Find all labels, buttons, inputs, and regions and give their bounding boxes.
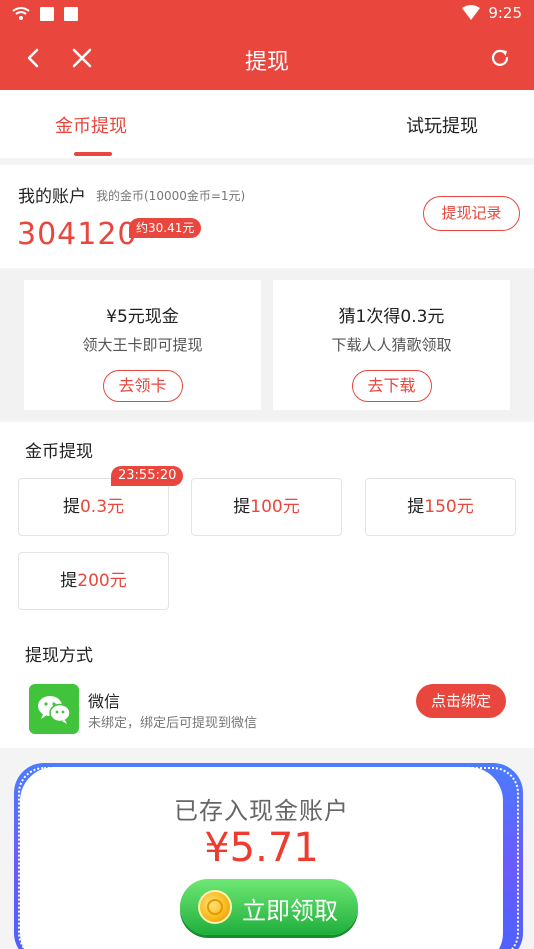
promo-card: 猜1次得0.3元 下载人人猜歌领取 去下载 bbox=[273, 280, 510, 410]
withdraw-amount: 150元 bbox=[424, 497, 474, 517]
claim-now-button[interactable]: 立即领取 bbox=[180, 879, 358, 935]
tab-coin-withdraw[interactable]: 金币提现 bbox=[55, 112, 127, 138]
coin-balance: 304120 bbox=[17, 217, 138, 252]
wechat-icon bbox=[29, 684, 79, 734]
tab-indicator bbox=[74, 152, 112, 156]
payment-description: 未绑定，绑定后可提现到微信 bbox=[88, 716, 258, 731]
account-card: 我的账户 我的金币(10000金币=1元) 304120 约30.41元 提现记… bbox=[0, 165, 534, 268]
withdraw-option-0-3[interactable]: 提0.3元 bbox=[18, 478, 169, 536]
promo-subtitle: 领大王卡即可提现 bbox=[82, 336, 203, 354]
wifi-icon bbox=[12, 7, 30, 20]
cash-estimate-badge: 约30.41元 bbox=[129, 218, 202, 238]
notification-icon bbox=[64, 7, 78, 21]
nav-bar: 提现 bbox=[0, 28, 534, 90]
withdraw-prefix: 提 bbox=[407, 497, 425, 517]
cash-card: 已存入现金账户 ¥5.71 立即领取 bbox=[20, 767, 503, 949]
withdraw-option-150[interactable]: 提150元 bbox=[365, 478, 516, 536]
promo-title: ¥5元现金 bbox=[106, 307, 179, 327]
status-time: 9:25 bbox=[488, 4, 522, 22]
claim-label: 立即领取 bbox=[242, 897, 338, 925]
download-button[interactable]: 去下载 bbox=[351, 370, 432, 402]
countdown-badge: 23:55:20 bbox=[111, 466, 184, 486]
withdraw-section: 金币提现 提0.3元 23:55:20 提100元 提150元 提200元 提现… bbox=[0, 422, 534, 748]
promo-subtitle: 下载人人猜歌领取 bbox=[331, 336, 452, 354]
bind-wechat-button[interactable]: 点击绑定 bbox=[416, 684, 506, 718]
tab-trial-withdraw[interactable]: 试玩提现 bbox=[406, 112, 478, 138]
coin-icon bbox=[198, 890, 232, 924]
withdraw-prefix: 提 bbox=[62, 497, 80, 517]
cash-title: 已存入现金账户 bbox=[174, 797, 349, 825]
account-title: 我的账户 bbox=[18, 187, 86, 207]
cash-amount: ¥5.71 bbox=[204, 825, 319, 871]
withdraw-record-button[interactable]: 提现记录 bbox=[423, 196, 520, 231]
signal-icon bbox=[462, 5, 481, 20]
page-title: 提现 bbox=[244, 50, 289, 75]
status-left bbox=[12, 6, 78, 22]
withdraw-option-200[interactable]: 提200元 bbox=[18, 552, 169, 610]
payment-method-title: 提现方式 bbox=[25, 646, 93, 666]
withdraw-amount: 200元 bbox=[77, 571, 127, 591]
withdraw-amount: 0.3元 bbox=[79, 497, 125, 517]
status-right: 9:25 bbox=[462, 4, 522, 22]
promo-title: 猜1次得0.3元 bbox=[338, 307, 445, 327]
status-bar: 9:25 bbox=[0, 0, 534, 28]
notification-icon bbox=[40, 7, 54, 21]
withdraw-section-title: 金币提现 bbox=[25, 442, 93, 462]
withdraw-option-100[interactable]: 提100元 bbox=[191, 478, 342, 536]
withdraw-prefix: 提 bbox=[233, 497, 251, 517]
promo-card: ¥5元现金 领大王卡即可提现 去领卡 bbox=[24, 280, 261, 410]
account-subtitle: 我的金币(10000金币=1元) bbox=[96, 189, 246, 203]
withdraw-amount: 100元 bbox=[250, 497, 300, 517]
get-card-button[interactable]: 去领卡 bbox=[102, 370, 183, 402]
withdraw-prefix: 提 bbox=[60, 571, 78, 591]
refresh-icon[interactable] bbox=[488, 46, 512, 70]
cash-popup-area: 已存入现金账户 ¥5.71 立即领取 bbox=[0, 750, 534, 949]
payment-name: 微信 bbox=[88, 692, 121, 711]
promo-section: ¥5元现金 领大王卡即可提现 去领卡 猜1次得0.3元 下载人人猜歌领取 去下载 bbox=[0, 270, 534, 420]
tab-bar: 金币提现 试玩提现 bbox=[0, 90, 534, 158]
